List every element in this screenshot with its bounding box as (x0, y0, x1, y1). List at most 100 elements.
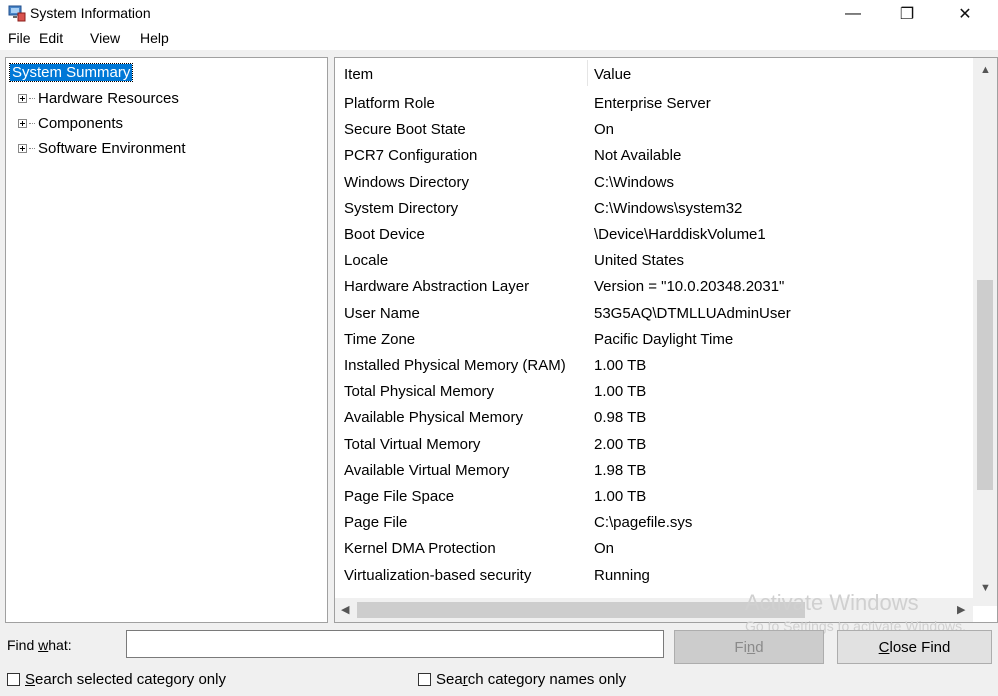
row-value: 1.00 TB (594, 383, 647, 401)
scroll-down-icon[interactable]: ▼ (980, 582, 991, 594)
tree-connector (29, 97, 35, 99)
horizontal-scroll-thumb[interactable] (357, 602, 805, 618)
row-item: Page File Space (344, 488, 455, 505)
scroll-left-icon[interactable]: ◀ (341, 603, 349, 616)
tree-connector (29, 147, 35, 149)
row-value: 1.00 TB (594, 357, 647, 374)
row-item: PCR7 Configuration (344, 147, 478, 165)
row-item: Locale (344, 252, 389, 270)
tree-item-components[interactable]: Components (10, 113, 123, 133)
row-value: Enterprise Server (594, 95, 711, 112)
list-row[interactable]: Page File C:\pagefile.sys (335, 511, 975, 537)
scroll-right-icon[interactable]: ▶ (957, 603, 965, 616)
menu-help[interactable]: Help (140, 30, 169, 46)
list-row[interactable]: Time Zone Pacific Daylight Time (335, 328, 975, 354)
list-row[interactable]: Total Physical Memory 1.00 TB (335, 380, 975, 406)
menu-edit[interactable]: Edit (39, 30, 63, 46)
close-button[interactable]: ✕ (942, 0, 988, 28)
tree-connector (29, 122, 35, 124)
row-item: Platform Role (344, 95, 435, 112)
tree-item-label: Hardware Resources (38, 89, 179, 107)
details-list[interactable]: Item Value Platform Role Enterprise Serve… (334, 57, 998, 623)
checkbox-box[interactable] (7, 673, 20, 686)
row-value: 2.00 TB (594, 435, 647, 453)
checkbox-box[interactable] (418, 673, 431, 686)
row-value: 53G5AQ\DTMLLUAdminUser (594, 304, 791, 322)
maximize-icon: ❐ (899, 6, 915, 23)
expand-icon[interactable] (18, 143, 27, 153)
find-button[interactable]: Fi n d (674, 630, 824, 664)
row-item: Secure Boot State (344, 121, 466, 139)
list-row[interactable]: Platform Role Enterprise Server (335, 92, 975, 118)
row-item: System Directory (344, 199, 459, 217)
minimize-icon: — (845, 5, 861, 22)
minimize-button[interactable]: — (830, 0, 876, 28)
vertical-scroll-thumb[interactable] (977, 280, 993, 490)
list-row[interactable]: Available Virtual Memory 1.98 TB (335, 459, 975, 485)
tree-item-label: Software Environment (38, 139, 186, 157)
list-row[interactable]: Locale United States (335, 249, 975, 275)
column-divider[interactable] (587, 60, 588, 86)
row-value: C:\pagefile.sys (594, 514, 693, 532)
list-row[interactable]: Boot Device \Device\HarddiskVolume1 (335, 223, 975, 249)
row-value: \Device\HarddiskVolume1 (594, 226, 766, 243)
tree-item-system-summary[interactable]: System Summary (8, 62, 134, 82)
expand-icon[interactable] (18, 118, 27, 128)
row-value: 1.98 TB (594, 461, 647, 479)
list-row[interactable]: Total Virtual Memory 2.00 TB (335, 433, 975, 459)
row-item: Available Virtual Memory (344, 461, 510, 479)
checkbox-label: Search selected category only (25, 671, 226, 688)
row-item: Windows Directory (344, 173, 470, 191)
row-item: Hardware Abstraction Layer (344, 278, 530, 296)
column-header-value[interactable]: Value (594, 66, 631, 83)
find-bar: Find what: Fi n d Close Find Search select… (0, 626, 998, 696)
list-row[interactable]: User Name 53G5AQ\DTMLLUAdminUser (335, 302, 975, 328)
menu-bar: File Edit View Help (0, 28, 998, 50)
row-item: Time Zone (344, 330, 416, 348)
row-item: Boot Device (344, 226, 425, 243)
list-row[interactable]: System Directory C:\Windows\system32 (335, 197, 975, 223)
title-bar: System Information — ❐ ✕ (0, 0, 998, 28)
tree-item-label: System Summary (8, 62, 134, 82)
maximize-button[interactable]: ❐ (884, 0, 930, 28)
search-selected-category-checkbox[interactable]: Search selected category only (7, 671, 226, 688)
row-value: C:\Windows (594, 173, 675, 191)
list-row[interactable]: Secure Boot State On (335, 118, 975, 144)
row-item: Kernel DMA Protection (344, 540, 496, 558)
row-item: User Name (344, 304, 420, 322)
row-item: Virtualization-based security (344, 566, 532, 584)
row-item: Available Physical Memory (344, 409, 523, 427)
list-row[interactable]: Virtualization-based security Running (335, 564, 975, 590)
find-what-input[interactable] (126, 630, 664, 658)
window-title: System Information (30, 5, 151, 21)
list-row[interactable]: PCR7 Configuration Not Available (335, 144, 975, 170)
list-row[interactable]: Page File Space 1.00 TB (335, 485, 975, 511)
row-item: Total Physical Memory (344, 383, 495, 401)
row-value: On (594, 121, 615, 139)
scroll-up-icon[interactable]: ▲ (980, 64, 991, 76)
list-row[interactable]: Windows Directory C:\Windows (335, 171, 975, 197)
close-find-button[interactable]: Close Find (837, 630, 992, 664)
list-row[interactable]: Kernel DMA Protection On (335, 537, 975, 563)
expand-icon[interactable] (18, 93, 27, 103)
horizontal-scrollbar[interactable]: ◀ ▶ (335, 598, 973, 622)
search-category-names-checkbox[interactable]: Search category names only (418, 671, 626, 688)
menu-view[interactable]: View (90, 30, 120, 46)
list-row[interactable]: Available Physical Memory 0.98 TB (335, 406, 975, 432)
category-tree[interactable]: System Summary Hardware Resources Compon… (5, 57, 328, 623)
row-value: On (594, 540, 615, 558)
row-value: 0.98 TB (594, 409, 647, 427)
vertical-scrollbar[interactable]: ▲ ▼ (973, 58, 997, 606)
tree-item-hardware-resources[interactable]: Hardware Resources (10, 88, 179, 108)
tree-item-label: Components (38, 114, 124, 132)
row-value: Pacific Daylight Time (594, 330, 734, 348)
tree-item-software-environment[interactable]: Software Environment (10, 138, 186, 158)
row-value: United States (594, 252, 685, 270)
row-value: Running (594, 566, 650, 584)
row-value: C:\Windows\system32 (594, 199, 743, 217)
column-header-item[interactable]: Item (344, 66, 373, 83)
list-row[interactable]: Installed Physical Memory (RAM) 1.00 TB (335, 354, 975, 380)
list-row[interactable]: Hardware Abstraction Layer Version = "10.… (335, 275, 975, 301)
row-value: 1.00 TB (594, 488, 647, 505)
menu-file[interactable]: File (8, 30, 31, 46)
